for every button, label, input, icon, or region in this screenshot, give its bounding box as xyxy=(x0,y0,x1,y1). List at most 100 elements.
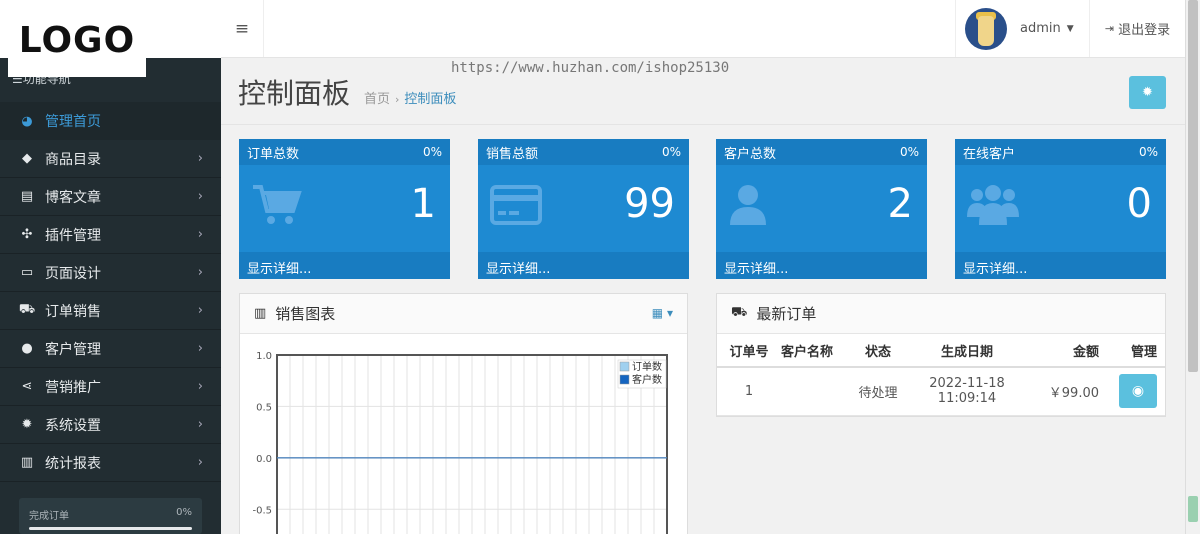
sidebar-item-label: 系统设置 xyxy=(45,417,101,434)
sidebar-item-5[interactable]: ⛟ 订单销售 › xyxy=(0,292,221,330)
sidebar: LOGO ☰功能导航 ◕ 管理首页 ◆ 商品目录 › ▤ 博客文章 › ✣ 插件管理 › ▭ 页面设计 ›… xyxy=(0,0,221,534)
sidebar-item-3[interactable]: ✣ 插件管理 › xyxy=(0,216,221,254)
y-tick-label: -0.5 xyxy=(252,505,272,516)
table-header-row: 订单号 客户名称 状态 生成日期 金额 管理 xyxy=(717,334,1165,368)
eye-icon: ◉ xyxy=(1131,383,1145,400)
column-header: 生成日期 xyxy=(907,334,1027,368)
panel-title: 销售图表 xyxy=(275,305,336,323)
sidebar-item-6[interactable]: ● 客户管理 › xyxy=(0,330,221,368)
tile-percent: 0% xyxy=(1138,145,1158,159)
tile-details-link[interactable]: 显示详细... xyxy=(239,252,450,279)
credit-card-icon xyxy=(490,185,542,225)
tile-percent: 0% xyxy=(422,145,442,159)
tile-total-orders: 订单总数 0% 1 显示详细... xyxy=(239,139,450,279)
user-icon xyxy=(730,185,766,225)
order-amount: ￥99.00 xyxy=(1027,367,1107,416)
sidebar-item-7[interactable]: ⋖ 营销推广 › xyxy=(0,368,221,406)
chevron-right-icon: › xyxy=(197,341,203,356)
tile-details-link[interactable]: 显示详细... xyxy=(716,252,927,279)
tile-value: 0 xyxy=(1126,181,1152,227)
scroll-widget xyxy=(1188,496,1198,522)
scrollbar-thumb[interactable] xyxy=(1188,0,1198,372)
sidebar-item-1[interactable]: ◆ 商品目录 › xyxy=(0,140,221,178)
sidebar-item-8[interactable]: ✹ 系统设置 › xyxy=(0,406,221,444)
chevron-right-icon: › xyxy=(197,455,203,470)
user-name: admin xyxy=(1020,21,1061,36)
sidebar-item-label: 统计报表 xyxy=(45,455,101,472)
settings-button[interactable]: ✹ xyxy=(1129,76,1166,109)
chevron-right-icon: › xyxy=(197,265,203,280)
sidebar-item-9[interactable]: ▥ 统计报表 › xyxy=(0,444,221,482)
view-order-button[interactable]: ◉ xyxy=(1119,374,1157,409)
legend-label: 客户数 xyxy=(632,373,662,386)
legend-label: 订单数 xyxy=(632,360,662,373)
y-tick-label: 1.0 xyxy=(256,351,272,362)
chevron-right-icon: › xyxy=(197,189,203,204)
chevron-right-icon: › xyxy=(197,151,203,166)
dashboard-icon: ◕ xyxy=(21,113,33,129)
y-tick-label: 0.0 xyxy=(256,454,272,465)
breadcrumb-separator-icon: › xyxy=(395,93,400,106)
cart-icon: ⛟ xyxy=(731,305,748,320)
sidebar-item-4[interactable]: ▭ 页面设计 › xyxy=(0,254,221,292)
sidebar-item-0[interactable]: ◕ 管理首页 xyxy=(0,102,221,140)
breadcrumb: 首页 › 控制面板 xyxy=(364,88,456,107)
avatar xyxy=(965,7,1007,50)
users-icon xyxy=(967,185,1019,225)
progress-label: 完成订单 xyxy=(29,511,69,522)
tile-details-link[interactable]: 显示详细... xyxy=(478,252,689,279)
logo-text: LOGO xyxy=(18,20,136,61)
progress-value: 0% xyxy=(176,507,192,518)
order-status: 待处理 xyxy=(849,367,907,416)
sidebar-item-label: 博客文章 xyxy=(45,189,101,206)
logo[interactable]: LOGO xyxy=(8,4,146,77)
tile-value: 1 xyxy=(410,181,436,227)
orders-table: 订单号 客户名称 状态 生成日期 金额 管理 1 待处理 2022-11-18 … xyxy=(717,334,1165,416)
tile-online-customers: 在线客户 0% 0 显示详细... xyxy=(955,139,1166,279)
hamburger-icon: ≡ xyxy=(234,18,250,39)
sales-chart: 1.0 0.5 0.0 -0.5 订单数客户数 xyxy=(252,351,668,534)
y-tick-label: 0.5 xyxy=(256,402,272,413)
sidebar-nav: ◕ 管理首页 ◆ 商品目录 › ▤ 博客文章 › ✣ 插件管理 › ▭ 页面设计 › ⛟ 订单销售 › ● 客户管理… xyxy=(0,102,221,482)
tile-percent: 0% xyxy=(661,145,681,159)
tile-value: 99 xyxy=(624,181,675,227)
share-icon: ⋖ xyxy=(21,379,33,394)
order-progress: 完成订单 0% xyxy=(19,498,202,534)
column-header: 管理 xyxy=(1107,334,1165,368)
tile-title: 销售总额 xyxy=(486,146,539,162)
tile-title: 在线客户 xyxy=(963,146,1016,162)
tag-icon: ◆ xyxy=(22,151,32,166)
bar-chart-icon: ▥ xyxy=(20,455,34,470)
column-header: 订单号 xyxy=(717,334,781,368)
gear-icon: ✹ xyxy=(1142,85,1153,100)
sidebar-item-2[interactable]: ▤ 博客文章 › xyxy=(0,178,221,216)
breadcrumb-home[interactable]: 首页 xyxy=(364,92,390,107)
tile-title: 客户总数 xyxy=(724,146,777,162)
breadcrumb-current: 控制面板 xyxy=(404,92,457,107)
calendar-dropdown[interactable]: ▦ ▾ xyxy=(652,306,673,320)
legend-swatch xyxy=(619,374,630,385)
column-header: 金额 xyxy=(1027,334,1107,368)
logout-label: 退出登录 xyxy=(1118,23,1171,38)
column-header: 客户名称 xyxy=(781,334,849,368)
tile-title: 订单总数 xyxy=(247,146,300,162)
sales-chart-panel: ▥ 销售图表 ▦ ▾ 1.0 0.5 0.0 -0.5 订单数 客户数 xyxy=(239,293,688,534)
puzzle-icon: ✣ xyxy=(21,227,33,242)
tile-value: 2 xyxy=(887,181,913,227)
table-row: 1 待处理 2022-11-18 11:09:14 ￥99.00 ◉ xyxy=(717,367,1165,416)
scrollbar[interactable] xyxy=(1185,0,1200,534)
legend-swatch xyxy=(619,361,630,372)
tile-percent: 0% xyxy=(899,145,919,159)
cart-icon xyxy=(253,185,302,224)
user-menu[interactable]: admin ▼ xyxy=(955,0,1089,57)
tile-details-link[interactable]: 显示详细... xyxy=(955,252,1166,279)
latest-orders-panel: ⛟ 最新订单 订单号 客户名称 状态 生成日期 金额 管理 1 待处理 2022… xyxy=(716,293,1166,417)
sign-out-icon: ⇥ xyxy=(1104,22,1115,35)
sidebar-toggle-button[interactable]: ≡ xyxy=(221,0,264,57)
logout-button[interactable]: ⇥ 退出登录 xyxy=(1089,0,1185,57)
monitor-icon: ▭ xyxy=(20,265,34,280)
order-id: 1 xyxy=(717,367,781,416)
sidebar-item-label: 管理首页 xyxy=(45,114,101,130)
newspaper-icon: ▤ xyxy=(20,189,34,204)
chevron-right-icon: › xyxy=(197,303,203,318)
